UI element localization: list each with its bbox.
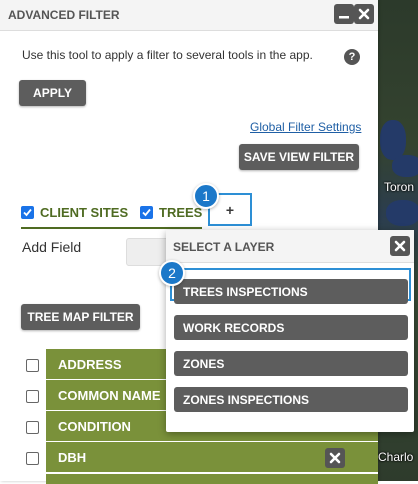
field-checkbox[interactable] bbox=[26, 390, 39, 403]
tab-underline bbox=[21, 227, 158, 229]
tab-underline bbox=[140, 227, 202, 229]
layer-zones-inspections[interactable]: ZONES INSPECTIONS bbox=[174, 387, 408, 412]
popup-header: SELECT A LAYER bbox=[166, 230, 414, 263]
tab-client-sites[interactable]: CLIENT SITES bbox=[21, 197, 128, 227]
field-label: ADDRESS bbox=[58, 356, 122, 372]
layer-trees-inspections[interactable]: TREES INSPECTIONS bbox=[174, 279, 408, 304]
tab-trees[interactable]: TREES bbox=[140, 197, 202, 227]
map-lake bbox=[392, 155, 418, 177]
popup-close-button[interactable] bbox=[390, 236, 410, 256]
map-lake bbox=[380, 120, 406, 160]
close-icon bbox=[394, 240, 406, 252]
tab-label: CLIENT SITES bbox=[40, 204, 129, 220]
panel-title: ADVANCED FILTER bbox=[8, 8, 120, 22]
global-filter-settings-link[interactable]: Global Filter Settings bbox=[250, 120, 361, 134]
save-view-filter-button[interactable]: SAVE VIEW FILTER bbox=[239, 144, 359, 170]
field-checkbox[interactable] bbox=[26, 421, 39, 434]
layer-work-records[interactable]: WORK RECORDS bbox=[174, 315, 408, 340]
apply-button[interactable]: APPLY bbox=[19, 80, 86, 106]
field-row-partial bbox=[46, 474, 378, 484]
map-city-label: Charlo bbox=[378, 450, 414, 464]
checkbox-checked-icon[interactable] bbox=[140, 205, 153, 219]
layer-zones[interactable]: ZONES bbox=[174, 351, 408, 376]
add-field-label: Add Field bbox=[22, 239, 82, 255]
panel-header: ADVANCED FILTER bbox=[0, 0, 378, 31]
close-icon bbox=[329, 452, 341, 464]
popup-title: SELECT A LAYER bbox=[173, 240, 275, 254]
field-label: COMMON NAME bbox=[58, 387, 161, 403]
select-layer-popup: SELECT A LAYER TREES INSPECTIONS WORK RE… bbox=[166, 230, 414, 432]
map-lake bbox=[386, 200, 418, 226]
minimize-icon bbox=[339, 16, 349, 19]
close-button[interactable] bbox=[354, 4, 374, 24]
field-checkbox[interactable] bbox=[26, 452, 39, 465]
tab-label: TREES bbox=[159, 204, 203, 220]
help-icon[interactable]: ? bbox=[344, 49, 360, 65]
tree-map-filter-button[interactable]: TREE MAP FILTER bbox=[21, 304, 140, 330]
close-icon bbox=[358, 8, 370, 20]
checkbox-checked-icon[interactable] bbox=[21, 205, 34, 219]
map-city-label: Toron bbox=[384, 180, 415, 194]
description-text: Use this tool to apply a filter to sever… bbox=[22, 48, 313, 62]
field-checkbox[interactable] bbox=[26, 359, 39, 372]
callout-badge-1: 1 bbox=[193, 183, 219, 209]
field-label: CONDITION bbox=[58, 418, 131, 434]
field-label: DBH bbox=[58, 449, 87, 465]
remove-field-button[interactable] bbox=[325, 448, 345, 468]
minimize-button[interactable] bbox=[334, 4, 354, 24]
callout-badge-2: 2 bbox=[159, 260, 185, 286]
